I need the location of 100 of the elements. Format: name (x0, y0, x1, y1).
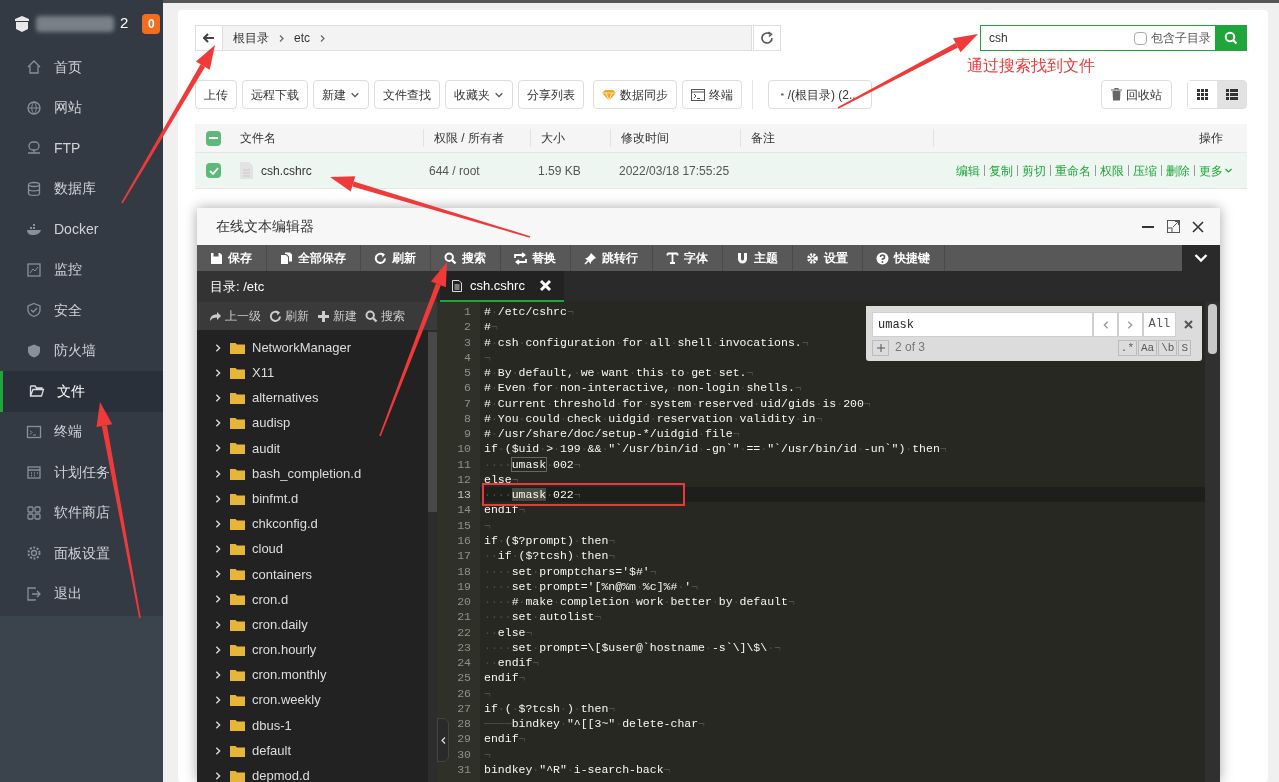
sidebar-item[interactable]: 面板设置 (0, 533, 163, 574)
folder-item[interactable]: cron.daily (197, 612, 428, 638)
magnet-icon (736, 251, 749, 265)
line-number: 2 (464, 319, 471, 335)
panel-button[interactable]: 刷新 (269, 307, 309, 325)
folder-item[interactable]: binfmt.d (197, 486, 428, 512)
sidebar-item[interactable]: 软件商店 (0, 492, 163, 533)
search-option-button[interactable]: \b (1158, 340, 1178, 356)
close-icon (1184, 320, 1194, 329)
search-option-button[interactable]: .* (1117, 340, 1137, 356)
file-name[interactable]: csh.cshrc (261, 161, 312, 180)
database-icon (26, 180, 42, 197)
panel-button[interactable]: 搜索 (365, 307, 405, 325)
folder-item[interactable]: cloud (197, 536, 428, 562)
sidebar-item[interactable]: 数据库 (0, 168, 163, 209)
folder-item[interactable]: cron.d (197, 586, 428, 613)
sidebar-item[interactable]: 计划任务 (0, 452, 163, 493)
sidebar-item[interactable]: 监控 (0, 249, 163, 290)
line-number: 26 (457, 685, 471, 701)
toolbar-button[interactable]: /(根目录) (2... (768, 80, 872, 109)
toolbar-button[interactable]: 分享列表 (518, 80, 584, 109)
toolbar-button[interactable]: 文件查找 (374, 80, 440, 109)
chevron-down-icon (1194, 253, 1208, 263)
checkbox[interactable] (1134, 31, 1147, 45)
line-number: 7 (464, 395, 471, 411)
share-arrow-icon (209, 309, 222, 323)
folder-item[interactable]: audit (197, 435, 428, 461)
include-subdirectories-option[interactable]: 包含子目录 (1134, 25, 1215, 51)
refresh-icon (269, 309, 282, 323)
toolbar-button[interactable]: 收藏夹 (445, 80, 513, 109)
breadcrumb-link[interactable]: etc (294, 29, 310, 47)
terminal-icon (26, 423, 42, 440)
select-all-checkbox[interactable] (206, 130, 221, 146)
code-line: ────bindkey·"^[[3~"·delete-char¬ (483, 716, 705, 732)
line-number: 12 (457, 471, 471, 488)
folder-item[interactable]: X11 (197, 360, 428, 386)
folder-item[interactable]: alternatives (197, 385, 428, 411)
logo-icon (14, 14, 30, 33)
breadcrumb-link[interactable]: 根目录 (233, 29, 269, 47)
folder-item[interactable]: depmod.d (197, 763, 428, 782)
line-number: 8 (464, 410, 471, 427)
sidebar-item[interactable]: 文件 (0, 371, 163, 412)
scrollbar[interactable] (1205, 302, 1220, 782)
recycle-bin-button[interactable]: 回收站 (1101, 80, 1172, 109)
column-header: 权限 / 所有者 (423, 129, 530, 147)
panel-button[interactable]: 新建 (317, 307, 357, 325)
back-button[interactable] (196, 26, 223, 50)
folder-item[interactable]: chkconfig.d (197, 511, 428, 537)
code-line: #·Current·threshold·for·system·reserved·uid/gids·is·200¬ (483, 395, 871, 411)
toolbar-button[interactable]: 终端 (682, 80, 742, 109)
toolbar-button[interactable]: 数据同步 (593, 80, 677, 109)
folder-item[interactable]: cron.weekly (197, 687, 428, 713)
folder-item[interactable]: cron.hourly (197, 637, 428, 663)
collapse-panel-button[interactable] (437, 718, 449, 762)
search-field[interactable]: csh (980, 25, 1134, 51)
folder-item[interactable]: containers (197, 561, 428, 587)
file-tab[interactable]: csh.cshrc (440, 271, 564, 302)
refresh-button[interactable] (753, 25, 781, 51)
chart-icon (26, 261, 42, 278)
view-toggle[interactable] (1217, 81, 1246, 108)
search-option-button[interactable]: S (1178, 340, 1191, 356)
folder-item[interactable]: default (197, 738, 428, 764)
sidebar-item[interactable]: 防火墙 (0, 330, 163, 371)
close-button[interactable] (1192, 219, 1206, 234)
folder-item[interactable]: NetworkManager (197, 335, 428, 361)
find-field[interactable]: umask (872, 312, 1094, 337)
panel-button[interactable]: 上一级 (209, 307, 261, 325)
sidebar-item[interactable]: 网站 (0, 87, 163, 128)
scrollbar[interactable] (428, 330, 437, 782)
maximize-button[interactable] (1167, 219, 1181, 234)
close-find-button[interactable] (1184, 318, 1196, 331)
code-line: endif¬ (483, 670, 526, 686)
sidebar-item[interactable]: FTP (0, 128, 163, 169)
calendar-icon (26, 464, 42, 481)
toolbar-button[interactable]: 远程下载 (242, 80, 308, 109)
column-header: 备注 (740, 129, 933, 147)
folder-item[interactable]: audisp (197, 410, 428, 436)
sidebar-item[interactable]: 安全 (0, 290, 163, 331)
code-line: #·By·default,·we·want·this·to·get·set.¬ (483, 365, 754, 381)
table-row[interactable]: csh.cshrc 644 / root 1.59 KB 2022/03/18 17:55:25 编辑 复制 剪切 重命名 权限 压缩 删除 更多 (195, 153, 1247, 189)
folder-icon (230, 643, 245, 656)
folder-icon (230, 442, 245, 455)
folder-item[interactable]: dbus-1 (197, 712, 428, 738)
find-all-button[interactable]: All (1142, 312, 1177, 337)
sidebar-item[interactable]: 首页 (0, 47, 163, 88)
sidebar-item[interactable]: 终端 (0, 411, 163, 452)
search-icon (444, 251, 457, 265)
search-option-button[interactable]: Aa (1138, 340, 1158, 356)
toolbar-button[interactable]: 新建 (313, 80, 369, 109)
folder-item[interactable]: bash_completion.d (197, 460, 428, 487)
file-icon (240, 162, 253, 179)
search-button[interactable] (1215, 25, 1247, 51)
sidebar-item[interactable]: 退出 (0, 573, 163, 614)
line-number: 22 (457, 624, 471, 640)
toolbar-button[interactable]: 上传 (195, 80, 237, 109)
caret-icon (1224, 166, 1233, 175)
folder-item[interactable]: cron.monthly (197, 662, 428, 688)
line-number: 30 (457, 746, 471, 762)
row-checkbox[interactable] (206, 163, 221, 178)
sidebar-item[interactable]: Docker (0, 209, 163, 250)
